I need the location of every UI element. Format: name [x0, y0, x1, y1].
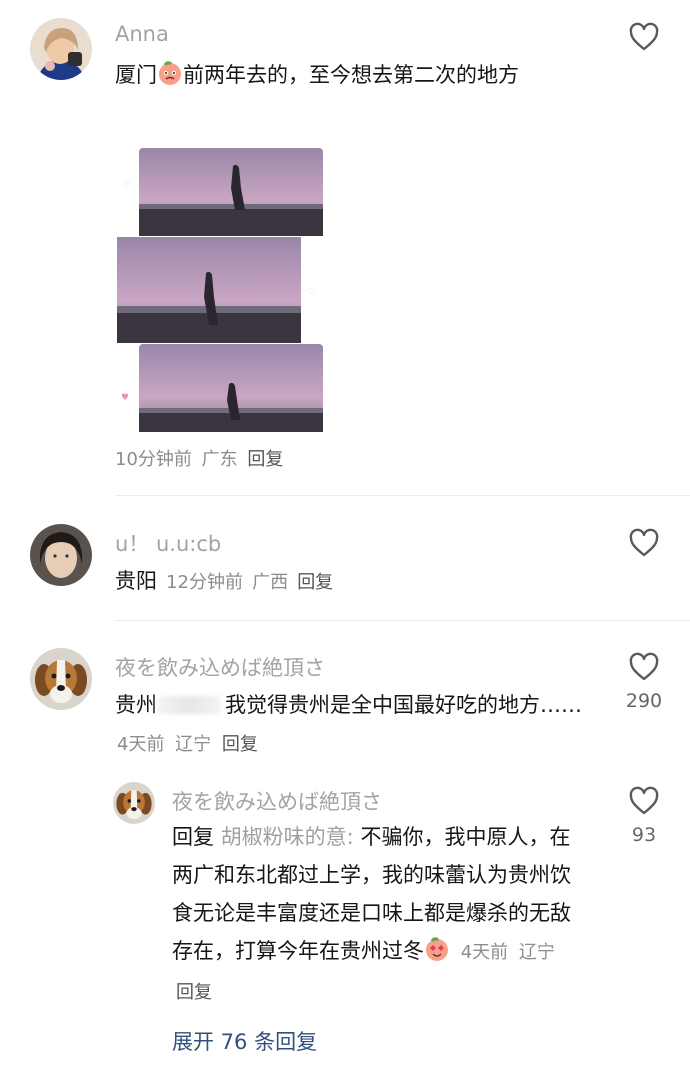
divider — [115, 620, 690, 621]
comment-time: 4天前 — [117, 734, 165, 755]
like-count: 290 — [625, 690, 663, 712]
reply-button[interactable]: 回复 — [247, 449, 283, 470]
comment-meta: 10分钟前 广东 回复 — [115, 445, 283, 471]
peach-heart-eyes-sticker — [426, 937, 448, 961]
sunset-beach-photos: ♡ ♡ ♥ — [117, 148, 323, 432]
svg-text:♡: ♡ — [123, 181, 131, 191]
reply-button[interactable]: 回复 — [297, 572, 333, 593]
reply-button[interactable]: 回复 — [176, 982, 212, 1003]
comment-text: 厦门 前两年去的，至今想去第二次的地方 — [115, 56, 585, 94]
heart-outline-icon — [629, 22, 659, 51]
like-button[interactable] — [628, 528, 660, 562]
avatar-dog[interactable] — [30, 648, 92, 710]
comment-location: 辽宁 — [175, 734, 212, 755]
reply-button[interactable]: 回复 — [222, 734, 258, 755]
reply-time: 4天前 — [460, 942, 509, 963]
avatar-dog-reply[interactable] — [113, 782, 155, 824]
reply-text: 回复 胡椒粉味的意: 不骗你，我中原人，在两广和东北都过上学，我的味蕾认为贵州饮… — [172, 818, 582, 1012]
avatar-anna[interactable] — [30, 18, 92, 80]
comment-location: 广东 — [201, 449, 238, 470]
comment-text-part: 前两年去的，至今想去第二次的地方 — [183, 63, 519, 87]
reply-location: 辽宁 — [518, 942, 555, 963]
comment-location: 广西 — [252, 572, 289, 593]
photo-collage[interactable]: ♡ ♡ ♥ — [113, 148, 325, 433]
comment-username[interactable]: Anna — [115, 22, 169, 46]
avatar-user-2[interactable] — [30, 524, 92, 586]
comment-time: 10分钟前 — [115, 449, 192, 470]
reply-mention[interactable]: 胡椒粉味的意: — [221, 825, 354, 849]
comment-text: 贵阳 — [115, 569, 157, 593]
comment-text-part: 厦门 — [115, 63, 157, 87]
peach-face-sticker — [159, 61, 181, 85]
blurred-mention — [157, 696, 221, 714]
svg-text:♥: ♥ — [121, 393, 129, 403]
heart-outline-icon — [629, 786, 659, 815]
like-button[interactable] — [628, 786, 660, 820]
comment-text: 贵州 我觉得贵州是全中国最好吃的地方…… 4天前 辽宁 回复 — [115, 686, 585, 764]
comment-username[interactable]: 夜を飲み込めば絶頂さ — [115, 652, 325, 682]
comment-row: 贵阳 12分钟前 广西 回复 — [115, 562, 333, 600]
like-button[interactable] — [628, 652, 660, 686]
heart-outline-icon — [629, 528, 659, 557]
like-button[interactable] — [628, 22, 660, 56]
comment-text-prefix: 贵州 — [115, 693, 157, 717]
comment-text-main: 我觉得贵州是全中国最好吃的地方…… — [225, 693, 582, 717]
reply-prefix: 回复 — [172, 825, 214, 849]
svg-text:♡: ♡ — [307, 287, 315, 297]
expand-replies-button[interactable]: 展开 76 条回复 — [172, 1026, 317, 1056]
divider — [115, 495, 690, 496]
comment-username[interactable]: u！ u.u:cb — [115, 528, 221, 558]
like-count: 93 — [631, 824, 657, 846]
reply-username[interactable]: 夜を飲み込めば絶頂さ — [172, 786, 382, 816]
heart-outline-icon — [629, 652, 659, 681]
comment-time: 12分钟前 — [166, 572, 243, 593]
